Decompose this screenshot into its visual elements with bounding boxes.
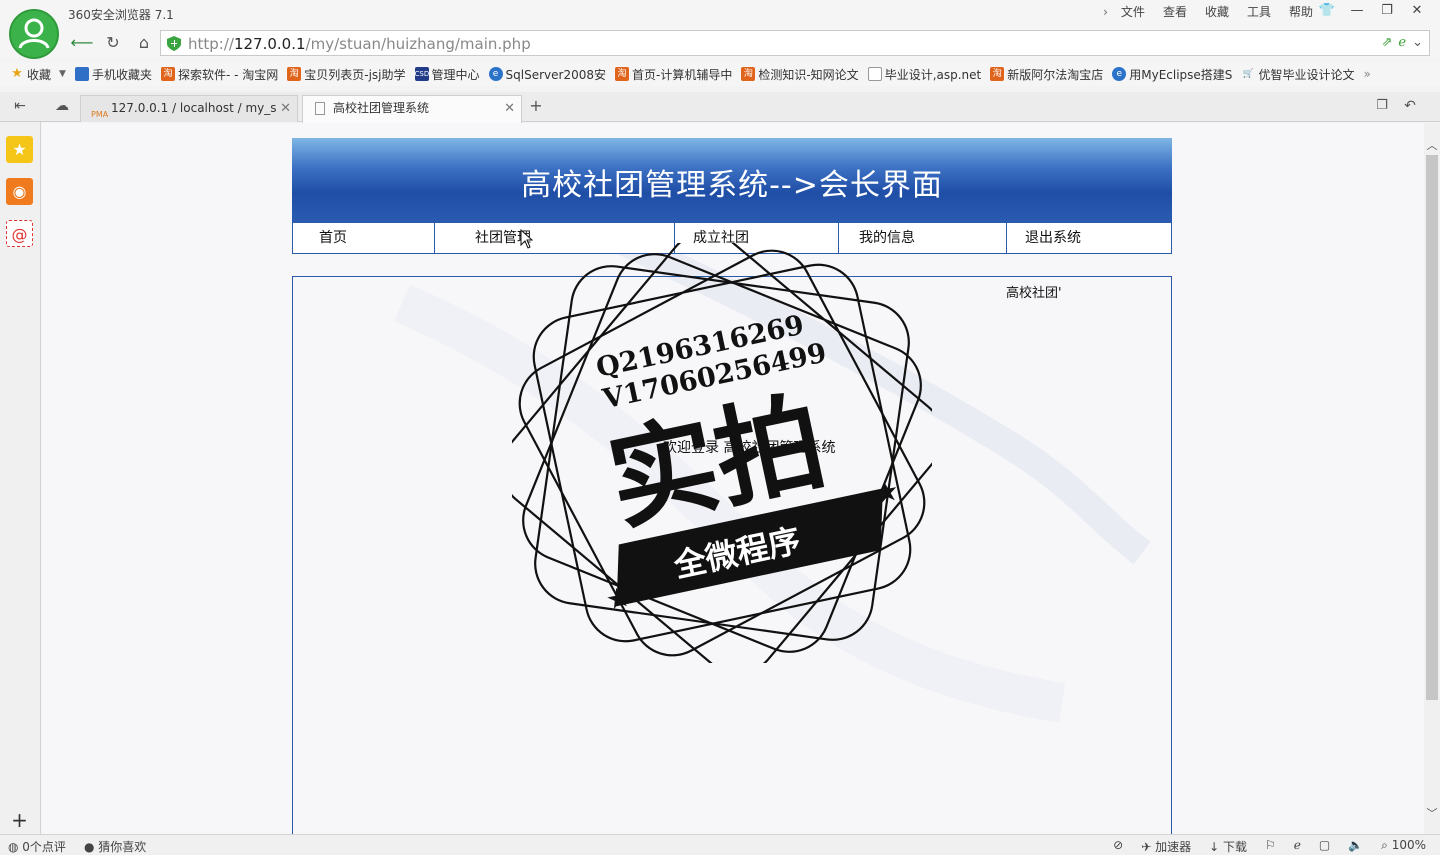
globe-icon: e: [1112, 67, 1127, 81]
tab-list-icon[interactable]: ❐: [1370, 95, 1394, 117]
cloud-icon[interactable]: ☁: [50, 95, 74, 117]
flag-icon[interactable]: ⚐: [1265, 838, 1276, 855]
menu-tools[interactable]: 工具: [1238, 4, 1280, 20]
tab-active[interactable]: 高校社团管理系统 ✕: [302, 95, 522, 123]
address-bar[interactable]: http://127.0.0.1/my/stuan/huizhang/main.…: [160, 30, 1430, 56]
taobao-icon: 淘: [615, 67, 629, 81]
tab-title: 高校社团管理系统: [333, 101, 430, 115]
bookmark-item[interactable]: 🛒 优智毕业设计论文: [1241, 66, 1355, 83]
back-icon[interactable]: ⟵: [70, 32, 94, 54]
weibo-icon[interactable]: ◉: [6, 178, 33, 205]
window-icon[interactable]: ▢: [1319, 838, 1330, 855]
menu-view[interactable]: 查看: [1154, 4, 1196, 20]
taobao-icon: 淘: [741, 67, 756, 81]
bookmark-item[interactable]: 毕业设计,asp.net: [867, 66, 981, 83]
compat-mode-icon[interactable]: ℯ: [1398, 35, 1406, 50]
menu-file[interactable]: 文件: [1112, 4, 1154, 20]
zoom-level[interactable]: ⌕ 100%: [1381, 838, 1426, 855]
page-icon: [315, 102, 325, 115]
nav-home[interactable]: 首页: [293, 223, 435, 253]
menu-expand-icon[interactable]: ›: [1099, 4, 1112, 20]
caret-down-icon[interactable]: ▼: [59, 69, 66, 79]
app-title: 360安全浏览器 7.1: [68, 8, 174, 22]
watermark-stamp: Q2196316269 V17060256499 实拍 全微程序 ★ ★: [512, 243, 932, 663]
marquee-text: 高校社团': [1006, 286, 1062, 301]
url-actions: ⇗ ℯ ⌄: [1381, 35, 1423, 50]
favorites-star-icon[interactable]: ★: [6, 136, 33, 163]
comments-status[interactable]: ◍ 0个点评: [8, 838, 66, 855]
phpmyadmin-icon: PMA: [91, 110, 109, 119]
refresh-icon[interactable]: ↻: [101, 32, 125, 54]
new-tab-button[interactable]: +: [524, 95, 548, 117]
close-tab-icon[interactable]: ✕: [280, 96, 291, 121]
add-panel-icon[interactable]: +: [6, 807, 33, 834]
menu-bar: › 文件 查看 收藏 工具 帮助: [1099, 4, 1322, 20]
dropdown-icon[interactable]: ⌄: [1412, 35, 1423, 50]
star-icon: ★: [11, 66, 23, 81]
page-header-banner: 高校社团管理系统-->会长界面: [292, 138, 1172, 222]
undo-close-icon[interactable]: ↶: [1398, 95, 1422, 117]
bookmark-item[interactable]: 淘新版阿尔法淘宝店: [990, 66, 1103, 83]
window-controls: 👕 — ❐ ✕: [1312, 0, 1432, 22]
bookmark-item[interactable]: CSDN 管理中心: [414, 66, 480, 83]
cart-icon: 🛒: [1242, 69, 1255, 79]
scroll-down-icon[interactable]: ﹀: [1426, 805, 1438, 821]
bookmark-item[interactable]: e SqlServer2008安: [488, 66, 606, 83]
scroll-up-icon[interactable]: ︿: [1426, 137, 1438, 153]
taobao-icon: 淘: [287, 67, 302, 81]
taobao-icon: 淘: [160, 67, 175, 81]
minimize-button[interactable]: —: [1342, 0, 1372, 22]
doc-icon: [867, 67, 882, 81]
url-text[interactable]: http://127.0.0.1/my/stuan/huizhang/main.…: [188, 35, 531, 53]
browser-logo-icon[interactable]: [9, 9, 59, 59]
web-viewport: 高校社团管理系统-->会长界面 首页 社团管理 成立社团 我的信息 退出系统 高…: [42, 123, 1424, 834]
mouse-cursor-icon: [520, 229, 534, 249]
tab-title: 127.0.0.1 / localhost / my_s: [111, 101, 277, 115]
ie-icon[interactable]: ℯ: [1294, 838, 1301, 855]
tab-row: ⇤ ☁ PMA 127.0.0.1 / localhost / my_s ✕ 高…: [0, 92, 1440, 123]
vertical-scrollbar[interactable]: ︿ ﹀: [1424, 123, 1440, 834]
security-shield-icon: [167, 36, 181, 51]
skin-icon[interactable]: 👕: [1312, 0, 1342, 22]
bookmark-item[interactable]: 淘探索软件- - 淘宝网: [160, 66, 278, 83]
globe-icon: e: [488, 67, 503, 81]
email-icon[interactable]: @: [6, 220, 33, 247]
bookmark-item[interactable]: 淘宝贝列表页-jsj助学: [287, 66, 406, 83]
menu-favorites[interactable]: 收藏: [1196, 4, 1238, 20]
status-shield-icon[interactable]: ⊘: [1113, 838, 1123, 855]
bookmark-item[interactable]: 淘检测知识-知网论文: [741, 66, 859, 83]
share-icon[interactable]: ⇗: [1381, 35, 1392, 50]
more-bookmarks-icon[interactable]: »: [1363, 67, 1370, 81]
bookmark-item[interactable]: 手机收藏夹: [74, 66, 152, 83]
side-panel: ★ ◉ @ +: [0, 122, 41, 834]
close-button[interactable]: ✕: [1402, 0, 1432, 22]
accelerator-button[interactable]: ✈ 加速器: [1141, 838, 1191, 855]
maximize-button[interactable]: ❐: [1372, 0, 1402, 22]
title-bar: 360安全浏览器 7.1 › 文件 查看 收藏 工具 帮助 👕 — ❐ ✕: [0, 0, 1440, 28]
scroll-thumb[interactable]: [1426, 155, 1438, 700]
tab-back-icon[interactable]: ⇤: [8, 95, 32, 117]
bookmark-favorites[interactable]: ★ 收藏 ▼: [10, 66, 66, 83]
address-row: ⟵ ↻ ⌂ http://127.0.0.1/my/stuan/huizhang…: [0, 28, 1440, 58]
status-bar: ◍ 0个点评 ● 猜你喜欢 ⊘ ✈ 加速器 ↓ 下载 ⚐ ℯ ▢ 🔈 ⌕ 100…: [0, 834, 1440, 855]
taobao-icon: 淘: [990, 67, 1005, 81]
bookmarks-bar: ★ 收藏 ▼ 手机收藏夹 淘探索软件- - 淘宝网 淘宝贝列表页-jsj助学 CSD…: [0, 62, 1440, 86]
tab-phpmyadmin[interactable]: PMA 127.0.0.1 / localhost / my_s ✕: [80, 95, 298, 122]
nav-logout[interactable]: 退出系统: [1007, 223, 1171, 253]
phone-icon: [74, 67, 89, 81]
close-tab-icon[interactable]: ✕: [504, 96, 515, 121]
download-button[interactable]: ↓ 下载: [1209, 838, 1247, 855]
guess-you-like[interactable]: ● 猜你喜欢: [84, 838, 146, 855]
bookmark-item[interactable]: e 用MyEclipse搭建S: [1112, 66, 1232, 83]
site-icon: CSDN: [414, 67, 434, 81]
home-icon[interactable]: ⌂: [132, 32, 156, 54]
bookmark-item[interactable]: 淘首页-计算机辅导中: [615, 66, 732, 83]
page-title: 高校社团管理系统-->会长界面: [521, 168, 943, 203]
volume-icon[interactable]: 🔈: [1348, 838, 1363, 855]
